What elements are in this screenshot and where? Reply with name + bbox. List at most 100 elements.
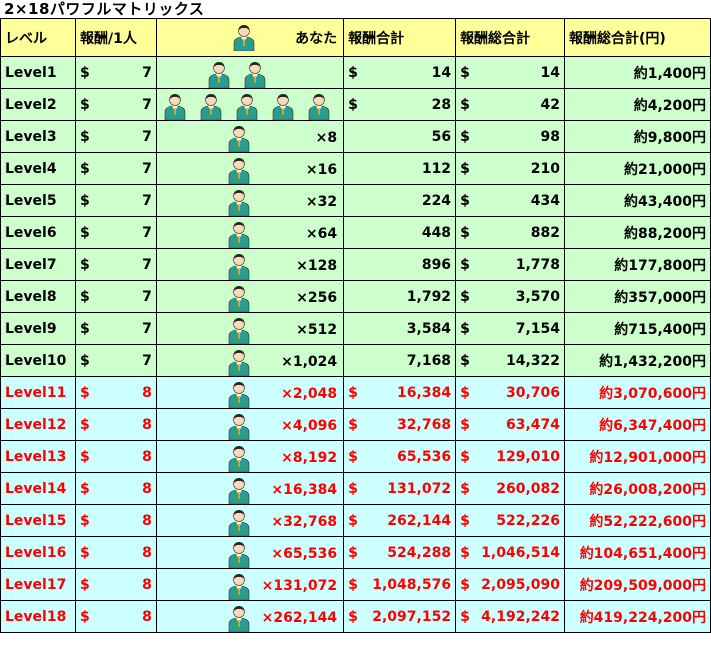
rate-cell: $7	[74, 120, 157, 153]
sum-cell: $65,536	[343, 440, 457, 473]
table-row: Level17 $8 ×131,072 $1,048,576 $2,095,090 約20…	[0, 568, 711, 601]
rate-cell: $7	[74, 344, 157, 377]
total-value: 98	[540, 128, 560, 145]
table-row: Level6 $7 ×64 448 $882 約88,200円	[0, 216, 711, 249]
currency-symbol: $	[348, 608, 358, 625]
sum-value: 7,168	[406, 352, 452, 369]
currency-symbol: $	[79, 352, 90, 369]
level-cell: Level15	[0, 504, 76, 537]
sum-value: 14	[431, 64, 452, 81]
table-row: Level18 $8 ×262,144 $2,097,152 $4,192,242 約41…	[0, 600, 711, 633]
yen-cell: 約12,901,000円	[564, 440, 711, 473]
sum-cell: $32,768	[343, 408, 457, 441]
sum-cell: 7,168	[343, 344, 457, 377]
businessman-icon	[227, 442, 251, 472]
total-value: 210	[530, 160, 560, 177]
rate-value: 7	[142, 320, 152, 337]
level-cell: Level14	[0, 472, 76, 505]
rate-value: 8	[142, 544, 152, 561]
rate-value: 7	[142, 160, 152, 177]
multiplier: ×256	[296, 290, 338, 306]
currency-symbol: $	[348, 448, 358, 465]
total-value: 522,226	[496, 512, 560, 529]
table-row: Level1 $7 $14 $14 約1,400円	[0, 56, 711, 89]
multiplier: ×2,048	[281, 386, 338, 402]
multiplier: ×16,384	[271, 482, 338, 498]
rate-value: 8	[142, 576, 152, 593]
currency-symbol: $	[79, 160, 90, 177]
rate-cell: $8	[74, 568, 157, 601]
yen-cell: 約1,400円	[564, 56, 711, 89]
businessman-icon	[307, 90, 331, 120]
you-cell: ×256	[155, 280, 345, 313]
yen-cell: 約3,070,600円	[564, 376, 711, 409]
matrix-table: レベル 報酬/1人 あなた 報酬合計 報酬総合計 報酬総合計(円) Level1…	[0, 18, 711, 633]
currency-symbol: $	[79, 448, 90, 465]
yen-cell: 約209,509,000円	[564, 568, 711, 601]
total-cell: $30,706	[455, 376, 565, 409]
table-row: Level12 $8 ×4,096 $32,768 $63,474 約6,347,400円	[0, 408, 711, 441]
total-cell: $1,046,514	[455, 536, 565, 569]
level-cell: Level13	[0, 440, 76, 473]
rate-cell: $8	[74, 376, 157, 409]
multiplier: ×64	[305, 226, 338, 242]
header-you-label: あなた	[295, 31, 338, 47]
sum-value: 131,072	[387, 480, 452, 497]
rate-value: 8	[142, 480, 152, 497]
currency-symbol: $	[79, 576, 90, 593]
currency-symbol: $	[79, 192, 90, 209]
businessman-icon	[227, 346, 251, 376]
table-row: Level9 $7 ×512 3,584 $7,154 約715,400円	[0, 312, 711, 345]
level-cell: Level12	[0, 408, 76, 441]
currency-symbol: $	[460, 384, 470, 401]
currency-symbol: $	[79, 608, 90, 625]
currency-symbol: $	[460, 224, 470, 241]
rate-value: 8	[142, 448, 152, 465]
sum-value: 448	[421, 224, 452, 241]
table-row: Level8 $7 ×256 1,792 $3,570 約357,000円	[0, 280, 711, 313]
you-cell: ×32	[155, 184, 345, 217]
table-row: Level15 $8 ×32,768 $262,144 $522,226 約52,222,…	[0, 504, 711, 537]
sum-value: 896	[421, 256, 452, 273]
total-cell: $63,474	[455, 408, 565, 441]
sum-cell: 56	[343, 120, 457, 153]
level-cell: Level4	[0, 152, 76, 185]
businessman-icon	[227, 282, 251, 312]
currency-symbol: $	[460, 320, 470, 337]
currency-symbol: $	[79, 256, 90, 273]
yen-cell: 約419,224,200円	[564, 600, 711, 633]
currency-symbol: $	[460, 512, 470, 529]
sum-cell: $2,097,152	[343, 600, 457, 633]
yen-cell: 約357,000円	[564, 280, 711, 313]
businessman-icon	[227, 218, 251, 248]
multiplier: ×32,768	[271, 514, 338, 530]
businessman-icon	[227, 474, 251, 504]
multiplier: ×65,536	[271, 546, 338, 562]
sum-cell: $262,144	[343, 504, 457, 537]
currency-symbol: $	[79, 320, 90, 337]
rate-cell: $7	[74, 248, 157, 281]
multiplier: ×16	[305, 162, 338, 178]
rate-cell: $7	[74, 152, 157, 185]
total-cell: $98	[455, 120, 565, 153]
you-cell: ×4,096	[155, 408, 345, 441]
you-cell	[155, 88, 345, 121]
sum-cell: $16,384	[343, 376, 457, 409]
currency-symbol: $	[79, 96, 90, 113]
you-cell: ×64	[155, 216, 345, 249]
you-cell: ×8,192	[155, 440, 345, 473]
sum-value: 28	[431, 96, 452, 113]
currency-symbol: $	[460, 288, 470, 305]
businessman-icon	[227, 410, 251, 440]
total-cell: $210	[455, 152, 565, 185]
currency-symbol: $	[79, 384, 90, 401]
sum-value: 56	[431, 128, 452, 145]
yen-cell: 約9,800円	[564, 120, 711, 153]
you-cell: ×131,072	[155, 568, 345, 601]
yen-cell: 約43,400円	[564, 184, 711, 217]
you-cell: ×512	[155, 312, 345, 345]
total-value: 42	[540, 96, 560, 113]
rate-value: 7	[142, 288, 152, 305]
total-value: 1,778	[515, 256, 560, 273]
rate-cell: $7	[74, 280, 157, 313]
